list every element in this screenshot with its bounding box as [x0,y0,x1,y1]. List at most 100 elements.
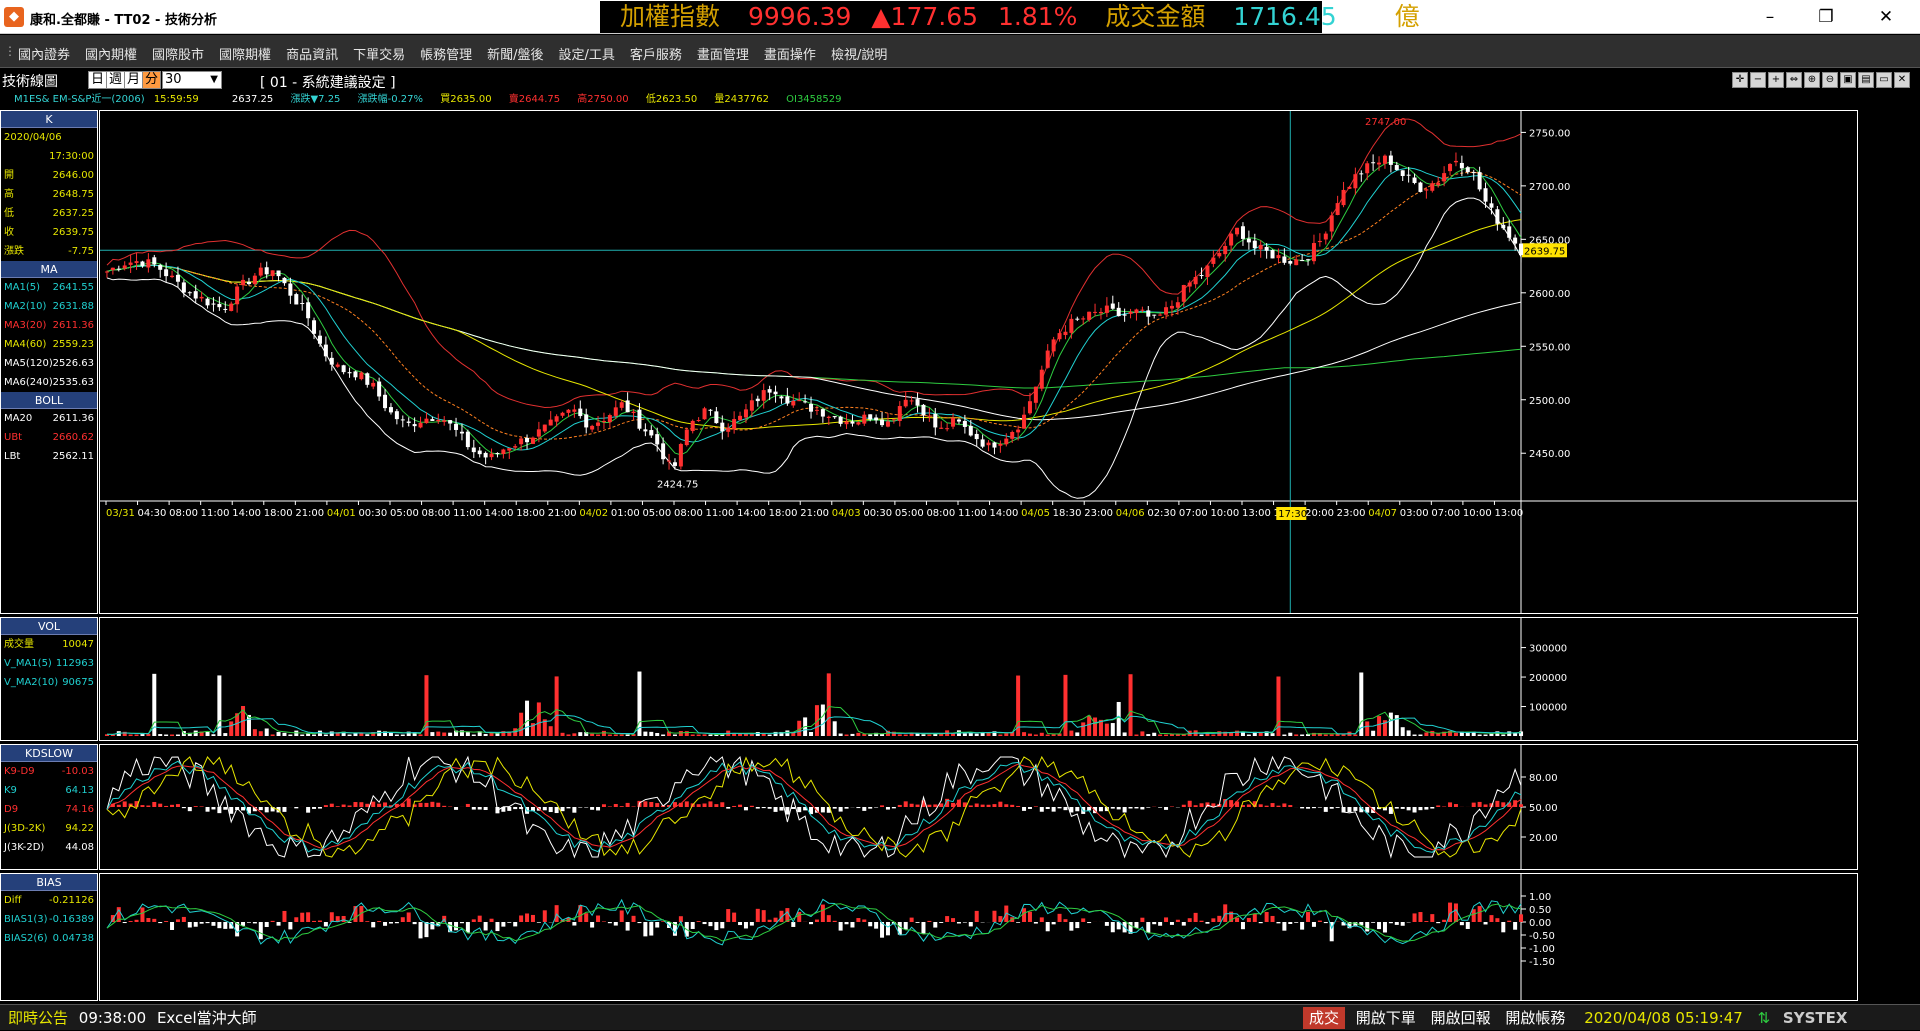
candle-body [460,432,464,434]
menu-item[interactable]: 設定/工具 [559,44,615,63]
plus-icon[interactable]: + [1768,72,1784,88]
close-icon[interactable]: ✕ [1858,0,1914,34]
volume-bar [975,734,979,736]
close-icon[interactable]: ✕ [1894,72,1910,88]
candle-body [1170,306,1174,309]
bias-diff-bar [797,912,801,922]
kd-chart-panel[interactable]: 80.0050.0020.00 [99,744,1858,870]
candle-body [401,419,405,420]
window-icon[interactable]: ▭ [1876,72,1892,88]
kd-diff-bar [833,807,837,809]
trade-button[interactable]: 成交 [1303,1007,1345,1029]
maximize-icon[interactable]: ❐ [1798,0,1854,34]
time-tick-label: 11:00 [958,508,987,519]
price-chart-panel[interactable]: 2750.002700.002650.002600.002550.002500.… [99,110,1858,614]
volume-bar [1401,727,1405,736]
bias-diff-bar [691,922,695,929]
bias-diff-bar [324,922,328,926]
time-tick-label: 14:00 [485,508,514,519]
volume-bar [306,734,310,736]
candle-body [738,416,742,420]
menu-item[interactable]: 國內期權 [85,44,137,63]
bias-diff-bar [655,922,659,928]
k-value: -7.75 [68,242,94,261]
kd-diff-bar [868,807,872,809]
interval-select[interactable]: 30 ▼ [162,71,222,89]
volume-bar [1454,733,1458,736]
menu-item[interactable]: 畫面操作 [764,44,816,63]
zoom-in-icon[interactable]: ⊕ [1804,72,1820,88]
volume-bar [614,735,618,736]
crosshair-icon[interactable]: ✛ [1732,72,1748,88]
candle-body [1472,172,1476,173]
tab-week[interactable]: 週 [106,71,125,89]
candle-body [1052,339,1056,351]
price-chart[interactable]: 2750.002700.002650.002600.002550.002500.… [100,111,1857,613]
kd-diff-bar [223,807,227,810]
kd-diff-bar [632,806,636,807]
template-name[interactable]: [ 01 - 系統建議設定 ] [260,72,396,92]
candle-body [442,420,446,422]
menu-item[interactable]: 客戶服務 [630,44,682,63]
bias-diff-bar [1324,922,1328,923]
menu-item[interactable]: 帳務管理 [420,44,472,63]
bias-diff-bar [217,922,221,928]
menu-item[interactable]: 商品資訊 [286,44,338,63]
menu-item[interactable]: 下單交易 [353,44,405,63]
kd-diff-bar [342,805,346,807]
volume-chart-panel[interactable]: 300000200000100000 [99,617,1858,741]
volume-bar [1028,734,1032,736]
window-titlebar: ◆ 康和.全都賺 - TT02 - 技術分析 加權指數 9996.39 ▲177… [0,0,1920,34]
candle-body [383,395,387,408]
announce-text[interactable]: Excel當沖大師 [157,1009,257,1027]
bias-chart[interactable]: 1.000.500.00-0.50-1.00-1.50 [100,874,1857,1000]
volume-bar [170,735,174,736]
candle-body [129,263,133,265]
tab-minute[interactable]: 分 [142,71,161,89]
vol-row: 成交量10047 [1,635,97,654]
print-icon[interactable]: ▤ [1858,72,1874,88]
kd-diff-bar [655,803,659,807]
scroll-icon[interactable]: ⇔ [1786,72,1802,88]
bias-chart-panel[interactable]: 1.000.500.00-0.50-1.00-1.50 [99,873,1858,1001]
zoom-out-icon[interactable]: ⊖ [1822,72,1838,88]
menu-item[interactable]: 國內證券 [18,44,70,63]
price-tick-label: 2500.00 [1529,396,1570,407]
kd-diff-bar [1347,807,1351,812]
bias-diff-bar [300,913,304,922]
bias-diff-bar [750,922,754,926]
boll-value: 2660.62 [53,428,94,447]
volume-chart[interactable]: 300000200000100000 [100,618,1857,740]
minimize-icon[interactable]: – [1742,0,1798,34]
kd-diff-bar [507,807,511,811]
volume-bar [448,733,452,736]
open-report-button[interactable]: 開啟回報 [1431,1009,1491,1027]
candle-body [803,401,807,402]
tab-month[interactable]: 月 [124,71,143,89]
minus-icon[interactable]: − [1750,72,1766,88]
menu-item[interactable]: 新聞/盤後 [487,44,543,63]
volume-bar [738,734,742,736]
time-tick-label: 18:30 [1053,508,1082,519]
candle-body [1259,245,1263,249]
menu-item[interactable]: 畫面管理 [697,44,749,63]
volume-bar [312,735,316,736]
menu-item[interactable]: 國際期權 [219,44,271,63]
quote-oi: OI3458529 [786,94,841,105]
boll-row: UBt2660.62 [1,428,97,447]
menu-item[interactable]: 檢視/說明 [831,44,887,63]
tab-day[interactable]: 日 [88,71,107,89]
quote-symbol: M1ES& EM-S&P近一(2006) [14,94,145,105]
candle-body [1501,225,1505,228]
open-account-button[interactable]: 開啟帳務 [1505,1009,1565,1027]
bias-diff-bar [1158,922,1162,926]
volume-bar [129,735,133,736]
kd-diff-bar [330,804,334,807]
menu-item[interactable]: 國際股市 [152,44,204,63]
open-order-button[interactable]: 開啟下單 [1356,1009,1416,1027]
candle-body [821,409,825,416]
kd-chart[interactable]: 80.0050.0020.00 [100,745,1857,869]
time-tick-label: 04/06 [1116,508,1145,519]
save-icon[interactable]: ▣ [1840,72,1856,88]
volume-bar [821,705,825,736]
